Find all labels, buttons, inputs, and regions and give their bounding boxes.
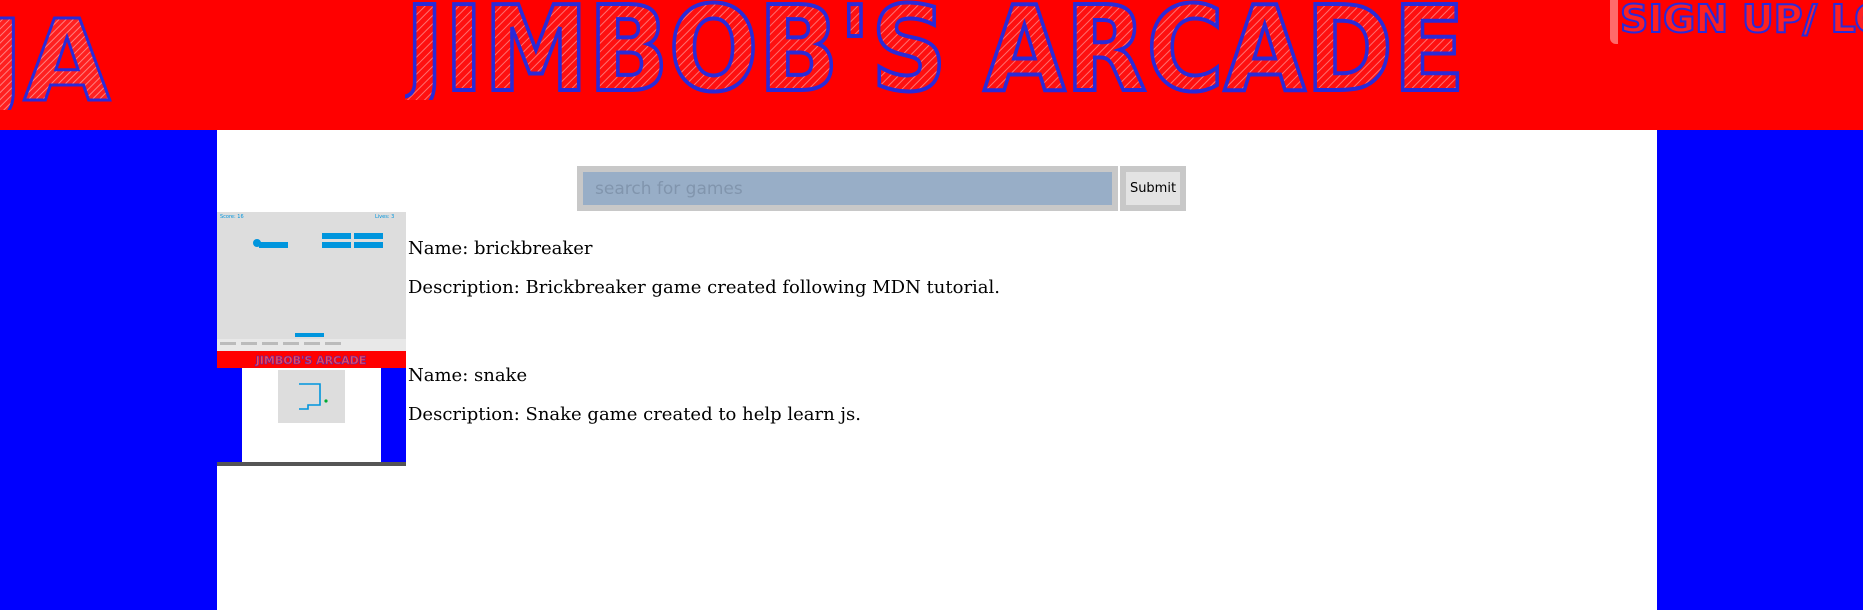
site-logo[interactable]: JA	[0, 0, 170, 110]
thumbnail-brick	[322, 233, 351, 239]
site-title: JIMBOB'S ARCADE	[405, 0, 1467, 100]
thumbnail-food	[324, 399, 328, 403]
thumbnail-browser-tab	[220, 342, 236, 345]
account-links: SIGN UP/ LOG	[1610, 0, 1863, 50]
search-input[interactable]	[577, 166, 1118, 211]
site-header: JA JIMBOB'S ARCADE SIGN UP/ LOG	[0, 0, 1863, 130]
snake-thumbnail[interactable]: JIMBOB'S ARCADE	[217, 339, 406, 466]
game-description: Description: Brickbreaker game created f…	[408, 277, 1001, 298]
thumbnail-brick	[354, 233, 383, 239]
thumbnail-browser-tab	[241, 342, 257, 345]
right-sidebar	[1657, 130, 1863, 610]
main-content: Submit Score: 16 Lives: 3 Name: brickbre…	[217, 130, 1657, 610]
game-info: Name: snake Description: Snake game crea…	[408, 365, 861, 425]
game-description: Description: Snake game created to help …	[408, 404, 861, 425]
brickbreaker-thumbnail[interactable]: Score: 16 Lives: 3	[217, 212, 406, 339]
thumbnail-left-side	[217, 368, 242, 462]
game-name: Name: snake	[408, 365, 528, 386]
game-info: Name: brickbreaker Description: Brickbre…	[408, 238, 1000, 298]
thumbnail-score-text: Score: 16	[220, 214, 244, 220]
thumbnail-paddle	[295, 333, 324, 337]
site-title-text: JIMBOB'S ARCADE	[405, 0, 1465, 100]
thumbnail-brick	[322, 242, 351, 248]
thumbnail-game-canvas	[278, 370, 345, 423]
thumbnail-brick	[354, 242, 383, 248]
signup-login-link[interactable]: SIGN UP/ LOG	[1618, 0, 1863, 40]
game-name: Name: brickbreaker	[408, 238, 593, 259]
thumbnail-title-text: JIMBOB'S ARCADE	[255, 354, 367, 367]
thumbnail-browser-tab	[283, 342, 299, 345]
thumbnail-lives-text: Lives: 3	[375, 214, 394, 220]
thumbnail-brick	[259, 242, 288, 248]
game-item-snake: JIMBOB'S ARCADE Name: snake Description:…	[217, 339, 1657, 466]
thumbnail-taskbar	[217, 462, 406, 466]
thumbnail-browser-tab	[325, 342, 341, 345]
thumbnail-canvas	[217, 212, 406, 339]
submit-button[interactable]: Submit	[1120, 166, 1186, 211]
thumbnail-browser-tab	[262, 342, 278, 345]
signup-tab-edge	[1610, 0, 1618, 44]
left-sidebar	[0, 130, 217, 610]
logo-text: JA	[0, 0, 111, 110]
game-item-brickbreaker: Score: 16 Lives: 3 Name: brickbreaker De…	[217, 212, 1657, 339]
signup-login-text: SIGN UP/ LOG	[1620, 0, 1863, 40]
thumbnail-browser-tab	[304, 342, 320, 345]
thumbnail-right-side	[381, 368, 406, 462]
